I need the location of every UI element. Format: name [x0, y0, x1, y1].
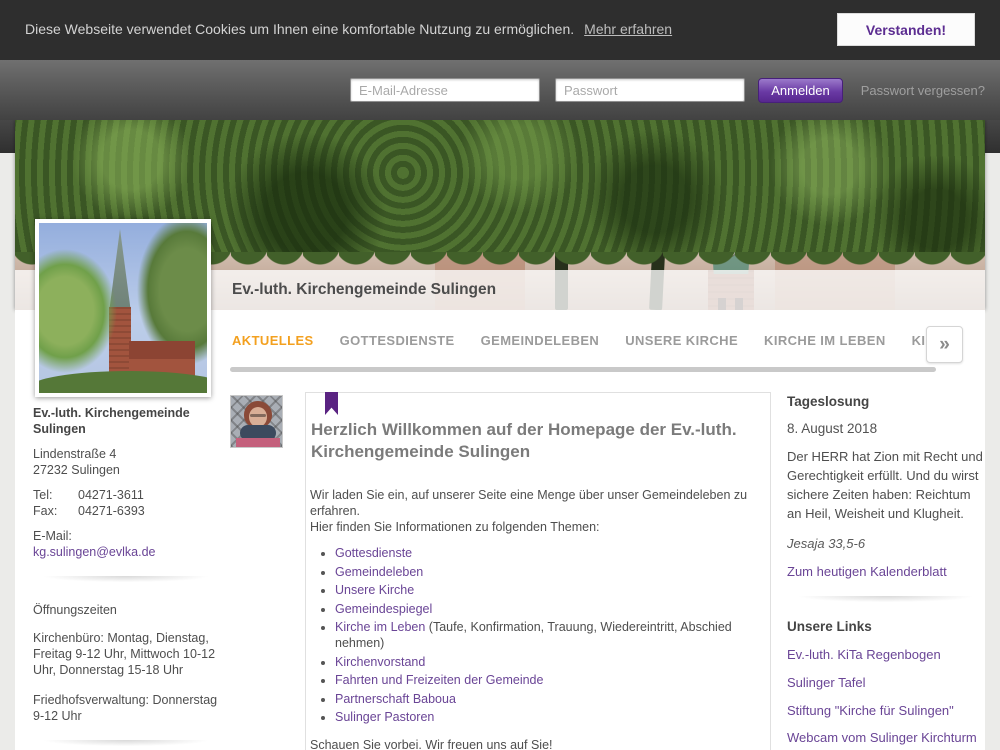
bookmark-ribbon-icon: [325, 392, 338, 415]
topic-link-gemeindeleben[interactable]: Gemeindeleben: [335, 565, 423, 579]
address-line1: Lindenstraße 4: [33, 446, 219, 462]
cookie-banner: Diese Webseite verwendet Cookies um Ihne…: [0, 0, 1000, 60]
losung-source: Jesaja 33,5-6: [787, 536, 985, 551]
phone-label: Tel:: [33, 487, 78, 503]
right-sidebar: Tageslosung 8. August 2018 Der HERR hat …: [787, 394, 985, 750]
more-tabs-button[interactable]: »: [926, 326, 963, 363]
email-link[interactable]: kg.sulingen@evlka.de: [33, 545, 156, 559]
sidebar-divider: [29, 576, 223, 584]
losung-text: Der HERR hat Zion mit Recht und Gerechti…: [787, 448, 985, 523]
article-intro: Wir laden Sie ein, auf unserer Seite ein…: [310, 487, 760, 535]
forgot-password-link[interactable]: Passwort vergessen?: [861, 83, 985, 98]
fax-label: Fax:: [33, 503, 78, 519]
tab-truncated[interactable]: KIR: [912, 333, 926, 348]
topic-link-pastoren[interactable]: Sulinger Pastoren: [335, 710, 434, 724]
list-item: Gemeindeleben: [335, 564, 760, 580]
losung-date: 8. August 2018: [787, 421, 985, 436]
sidebar-divider: [783, 596, 985, 604]
welcome-article: Herzlich Willkommen auf der Homepage der…: [305, 392, 771, 750]
article-title: Herzlich Willkommen auf der Homepage der…: [311, 419, 761, 463]
page: Diese Webseite verwendet Cookies um Ihne…: [0, 0, 1000, 750]
nav-underline: [230, 367, 936, 372]
email-label: E-Mail:: [33, 528, 219, 544]
hours-office: Kirchenbüro: Montag, Dienstag, Freitag 9…: [33, 630, 219, 678]
fax-row: Fax: 04271-6393: [33, 503, 219, 519]
losung-title: Tageslosung: [787, 394, 985, 409]
address-line2: 27232 Sulingen: [33, 462, 219, 478]
list-item: Partnerschaft Baboua: [335, 691, 760, 707]
link-kita-regenbogen[interactable]: Ev.-luth. KiTa Regenbogen: [787, 646, 985, 663]
link-webcam[interactable]: Webcam vom Sulinger Kirchturm: [787, 729, 985, 746]
link-sulinger-tafel[interactable]: Sulinger Tafel: [787, 674, 985, 691]
chevrons-right-icon: »: [939, 334, 950, 355]
email-block: E-Mail: kg.sulingen@evlka.de: [33, 528, 219, 560]
phone-row: Tel: 04271-3611: [33, 487, 219, 503]
cookie-learn-more-link[interactable]: Mehr erfahren: [584, 21, 672, 37]
login-bar: Anmelden Passwort vergessen?: [0, 60, 1000, 120]
sidebar-divider: [29, 740, 223, 748]
church-photo: [35, 219, 211, 397]
left-sidebar: Ev.-luth. Kirchengemeinde Sulingen Linde…: [33, 405, 219, 750]
list-item: Gottesdienste: [335, 545, 760, 561]
article-outro: Schauen Sie vorbei. Wir freuen uns auf S…: [310, 737, 760, 750]
cookie-accept-button[interactable]: Verstanden!: [837, 13, 975, 46]
password-field[interactable]: [555, 78, 745, 102]
topic-link-fahrten[interactable]: Fahrten und Freizeiten der Gemeinde: [335, 673, 543, 687]
email-field[interactable]: [350, 78, 540, 102]
org-address: Lindenstraße 4 27232 Sulingen: [33, 446, 219, 478]
tab-aktuelles[interactable]: AKTUELLES: [232, 333, 314, 348]
org-name: Ev.-luth. Kirchengemeinde Sulingen: [33, 405, 219, 437]
topic-link-gottesdienste[interactable]: Gottesdienste: [335, 546, 412, 560]
list-item: Kirchenvorstand: [335, 654, 760, 670]
link-stiftung[interactable]: Stiftung "Kirche für Sulingen": [787, 702, 985, 719]
list-item: Fahrten und Freizeiten der Gemeinde: [335, 672, 760, 688]
tab-gemeindeleben[interactable]: GEMEINDELEBEN: [481, 333, 600, 348]
topic-link-unsere-kirche[interactable]: Unsere Kirche: [335, 583, 414, 597]
cookie-message: Diese Webseite verwendet Cookies um Ihne…: [25, 21, 672, 37]
links-title: Unsere Links: [787, 619, 985, 634]
login-button[interactable]: Anmelden: [758, 78, 843, 103]
list-item: Unsere Kirche: [335, 582, 760, 598]
main-nav: AKTUELLES GOTTESDIENSTE GEMEINDELEBEN UN…: [232, 333, 926, 348]
glasses: [250, 414, 266, 417]
hours-cemetery: Friedhofsverwaltung: Donnerstag 9-12 Uhr: [33, 692, 219, 724]
tab-kirche-im-leben[interactable]: KIRCHE IM LEBEN: [764, 333, 886, 348]
tab-gottesdienste[interactable]: GOTTESDIENSTE: [340, 333, 455, 348]
list-item: Kirche im Leben (Taufe, Konfirmation, Tr…: [335, 619, 760, 651]
topic-link-gemeindespiegel[interactable]: Gemeindespiegel: [335, 602, 432, 616]
topic-link-kirchenvorstand[interactable]: Kirchenvorstand: [335, 655, 425, 669]
pastor-avatar: [230, 395, 283, 448]
hours-title: Öffnungszeiten: [33, 602, 219, 618]
list-item: Sulinger Pastoren: [335, 709, 760, 725]
fax-value: 04271-6393: [78, 503, 145, 519]
list-item: Gemeindespiegel: [335, 601, 760, 617]
kalenderblatt-link[interactable]: Zum heutigen Kalenderblatt: [787, 564, 985, 579]
topic-list: Gottesdienste Gemeindeleben Unsere Kirch…: [335, 545, 760, 725]
topic-link-kirche-im-leben[interactable]: Kirche im Leben: [335, 620, 425, 634]
topic-link-baboua[interactable]: Partnerschaft Baboua: [335, 692, 456, 706]
cookie-message-text: Diese Webseite verwendet Cookies um Ihne…: [25, 21, 574, 37]
tab-unsere-kirche[interactable]: UNSERE KIRCHE: [625, 333, 738, 348]
phone-value: 04271-3611: [78, 487, 144, 503]
